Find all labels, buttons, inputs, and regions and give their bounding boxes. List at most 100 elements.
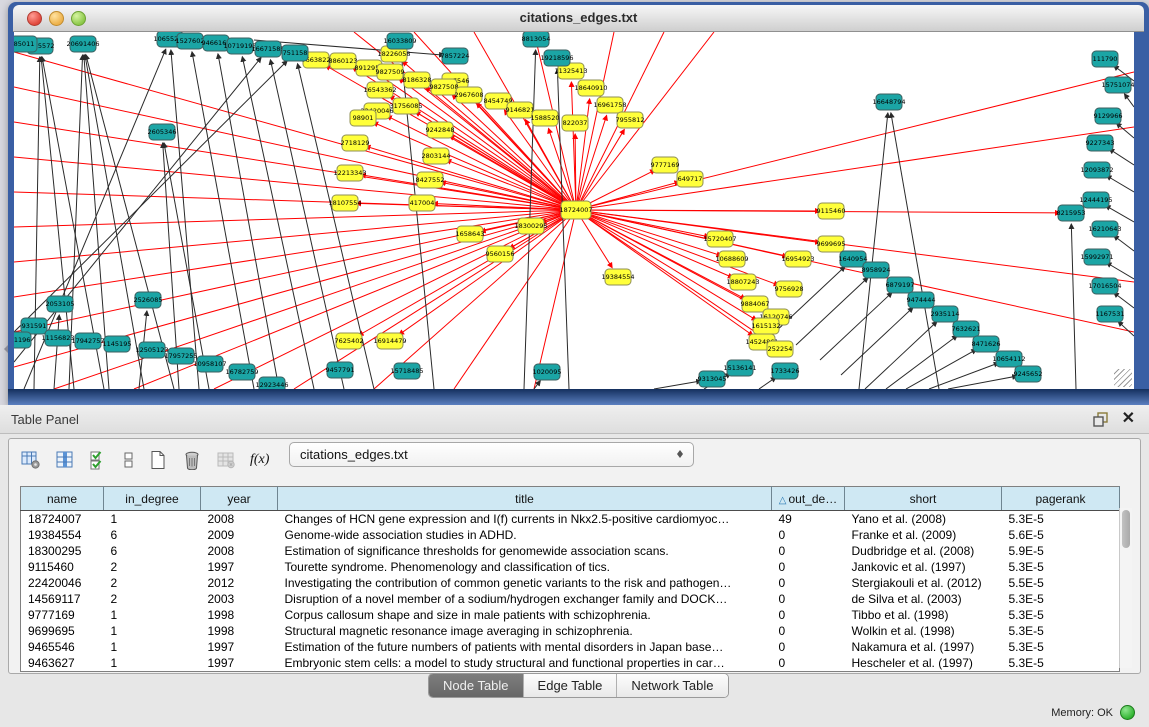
graph-node[interactable]: 16033809 [383, 33, 416, 49]
table-row[interactable]: 1830029562008Estimation of significance … [21, 543, 1120, 559]
table-cell[interactable]: Embryonic stem cells: a model to study s… [278, 655, 772, 672]
graph-node[interactable]: 9827509 [376, 64, 405, 80]
table-cell[interactable]: 9699695 [21, 623, 104, 639]
table-cell[interactable]: 5.3E-5 [1002, 511, 1120, 528]
table-cell[interactable]: 2 [104, 591, 201, 607]
graph-node[interactable]: 1658643 [456, 226, 485, 242]
graph-node[interactable]: 19218596 [540, 50, 573, 66]
graph-node[interactable]: 9756928 [775, 281, 804, 297]
table-cell[interactable]: Genome-wide association studies in ADHD. [278, 527, 772, 543]
table-cell[interactable]: 5.3E-5 [1002, 639, 1120, 655]
graph-node[interactable]: 2718129 [341, 135, 370, 151]
graph-node[interactable]: 12213343 [333, 165, 366, 181]
graph-node[interactable]: 16648794 [872, 94, 905, 110]
table-cell[interactable]: Tourette syndrome. Phenomenology and cla… [278, 559, 772, 575]
table-cell[interactable]: 1998 [201, 623, 278, 639]
graph-node[interactable]: 8186328 [403, 72, 432, 88]
table-cell[interactable]: 5.3E-5 [1002, 607, 1120, 623]
graph-node[interactable]: 1733426 [771, 363, 800, 379]
window-resize-grip[interactable] [1114, 369, 1132, 387]
graph-node[interactable]: 16914479 [373, 333, 406, 349]
graph-node[interactable]: 11156823 [41, 330, 74, 346]
graph-node[interactable]: 751158 [282, 45, 308, 61]
table-cell[interactable]: 18724007 [21, 511, 104, 528]
graph-node[interactable]: 2053105 [46, 296, 75, 312]
graph-node[interactable]: 822037 [562, 115, 588, 131]
graph-node[interactable]: 417004 [409, 195, 435, 211]
table-row[interactable]: 2242004622012Investigating the contribut… [21, 575, 1120, 591]
graph-node[interactable]: 15136141 [723, 360, 756, 376]
dataset-selector[interactable]: citations_edges.txt [289, 442, 694, 467]
table-cell[interactable]: 9777169 [21, 607, 104, 623]
graph-node[interactable]: 18640910 [574, 80, 607, 96]
graph-node[interactable]: 2967608 [455, 87, 484, 103]
table-scrollbar-thumb[interactable] [1122, 510, 1130, 548]
graph-node[interactable]: 252254 [767, 341, 793, 357]
table-cell[interactable]: 0 [772, 607, 845, 623]
table-settings-icon[interactable] [21, 450, 41, 470]
table-cell[interactable]: Yano et al. (2008) [845, 511, 1002, 528]
table-cell[interactable]: 5.9E-5 [1002, 543, 1120, 559]
graph-node[interactable]: 9115460 [817, 203, 846, 219]
graph-node[interactable]: 8427552 [416, 172, 445, 188]
table-cell[interactable]: Hescheler et al. (1997) [845, 655, 1002, 672]
table-row[interactable]: 1938455462009Genome-wide association stu… [21, 527, 1120, 543]
graph-node[interactable]: 15751074 [1101, 77, 1134, 93]
table-cell[interactable]: 9115460 [21, 559, 104, 575]
table-cell[interactable]: Tibbo et al. (1998) [845, 607, 1002, 623]
graph-node[interactable]: 649717 [677, 171, 703, 187]
graph-node[interactable]: 1020095 [533, 364, 562, 380]
table-cell[interactable]: 0 [772, 655, 845, 672]
graph-node[interactable]: 8471626 [972, 336, 1001, 352]
table-cell[interactable]: 5.6E-5 [1002, 527, 1120, 543]
table-cell[interactable]: 2008 [201, 543, 278, 559]
table-cell[interactable]: 0 [772, 639, 845, 655]
graph-node[interactable]: 9227343 [1086, 135, 1115, 151]
table-cell[interactable]: Investigating the contribution of common… [278, 575, 772, 591]
graph-node[interactable]: 16543362 [363, 82, 396, 98]
tab-edge-table[interactable]: Edge Table [524, 674, 618, 697]
graph-node[interactable]: 2605346 [148, 124, 177, 140]
collapse-panel-arrow-icon[interactable] [0, 345, 8, 353]
graph-node[interactable]: 7632621 [952, 321, 981, 337]
table-cell[interactable]: Corpus callosum shape and size in male p… [278, 607, 772, 623]
tab-node-table[interactable]: Node Table [429, 674, 524, 697]
graph-node[interactable]: 111790 [1092, 51, 1118, 67]
table-cell[interactable]: 1 [104, 639, 201, 655]
new-document-icon[interactable] [148, 450, 168, 470]
column-header-short[interactable]: short [845, 487, 1002, 511]
graph-node[interactable]: 85011 [14, 36, 37, 52]
graph-node[interactable]: 2803144 [422, 148, 451, 164]
table-cell[interactable]: 0 [772, 559, 845, 575]
close-panel-icon[interactable]: ✕ [1122, 410, 1135, 427]
graph-node[interactable]: 10654112 [992, 351, 1025, 367]
table-row[interactable]: 1872400712008Changes of HCN gene express… [21, 511, 1120, 528]
select-checks-icon[interactable] [89, 450, 109, 470]
table-cell[interactable]: 1997 [201, 559, 278, 575]
table-row[interactable]: 977716911998Corpus callosum shape and si… [21, 607, 1120, 623]
table-cell[interactable]: 0 [772, 543, 845, 559]
table-cell[interactable]: 5.3E-5 [1002, 591, 1120, 607]
memory-ok-indicator-icon[interactable] [1120, 705, 1135, 720]
graph-node[interactable]: 10958107 [193, 356, 226, 372]
table-row[interactable]: 1456911722003Disruption of a novel membe… [21, 591, 1120, 607]
table-row[interactable]: 946362711997Embryonic stem cells: a mode… [21, 655, 1120, 672]
graph-node[interactable]: 9313045 [698, 371, 727, 387]
graph-node[interactable]: 15718485 [390, 363, 423, 379]
graph-node[interactable]: 16782759 [225, 364, 258, 380]
column-header-outde[interactable]: △out_de… [772, 487, 845, 511]
column-header-title[interactable]: title [278, 487, 772, 511]
table-cell[interactable]: 1 [104, 511, 201, 528]
graph-node[interactable]: 16954923 [781, 251, 814, 267]
graph-node[interactable]: 9777169 [651, 157, 680, 173]
table-cell[interactable]: Changes of HCN gene expression and I(f) … [278, 511, 772, 528]
graph-node[interactable]: 18807243 [726, 274, 759, 290]
table-cell[interactable]: 0 [772, 575, 845, 591]
table-cell[interactable]: 6 [104, 527, 201, 543]
table-cell[interactable]: 6 [104, 543, 201, 559]
table-cell[interactable]: 18300295 [21, 543, 104, 559]
rows-icon[interactable] [123, 450, 134, 470]
table-cell[interactable]: Franke et al. (2009) [845, 527, 1002, 543]
graph-node[interactable]: 12444195 [1079, 192, 1112, 208]
table-cell[interactable]: 49 [772, 511, 845, 528]
